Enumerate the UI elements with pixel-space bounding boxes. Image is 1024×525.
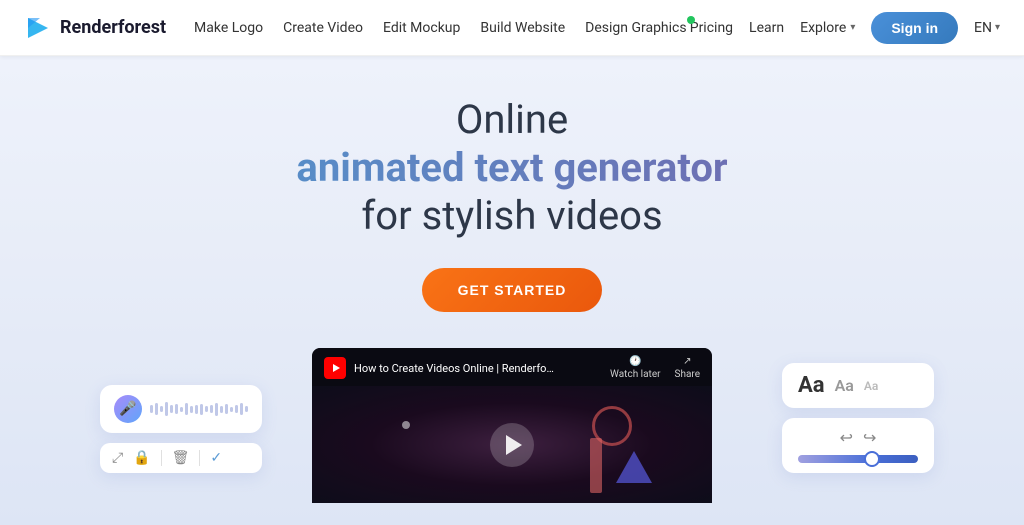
nav-build-website[interactable]: Build Website [480,20,565,36]
nav-learn[interactable]: Learn [749,20,784,36]
video-inner: How to Create Videos Online | Renderfore… [312,348,712,503]
hero-section: Online animated text generator for styli… [0,56,1024,525]
video-triangle-shape [616,451,652,483]
share-icon: ↗ [683,356,691,367]
hero-title-line2: animated text generator [20,144,1004,192]
font-size-large[interactable]: Aa [798,373,825,398]
lock-icon[interactable]: 🔒 [133,450,150,466]
video-play-button[interactable] [490,423,534,467]
nav-make-logo[interactable]: Make Logo [194,20,263,36]
slider-thumb [864,451,880,467]
signin-button[interactable]: Sign in [871,12,958,44]
trash-icon[interactable]: 🗑 [172,450,190,466]
new-badge [687,16,695,24]
nav-pricing[interactable]: Pricing [690,20,733,36]
hero-bottom: 🎤 [20,348,1004,503]
mic-icon: 🎤 [114,395,142,423]
video-top-left: How to Create Videos Online | Renderfore… [324,357,554,379]
watch-later-button[interactable]: 🕐 Watch later [610,356,660,380]
rotate-card: ↩ ↪ [782,418,934,473]
toolbar-divider [161,450,162,466]
explore-chevron-icon: ▾ [850,22,855,33]
video-content [312,386,712,503]
get-started-button[interactable]: GET STARTED [422,268,603,312]
mic-card: 🎤 [100,385,262,433]
video-top-bar: How to Create Videos Online | Renderfore… [312,348,712,386]
navbar-right: Pricing Learn Explore ▾ Sign in EN ▾ [690,12,1000,44]
youtube-icon [324,357,346,379]
rotate-left-icon[interactable]: ↩ [840,428,853,447]
nav-explore[interactable]: Explore ▾ [800,20,855,36]
nav-links: Make Logo Create Video Edit Mockup Build… [194,20,687,36]
nav-design-graphics[interactable]: Design Graphics [585,20,686,36]
language-selector[interactable]: EN ▾ [974,20,1000,36]
rotate-right-icon[interactable]: ↪ [863,428,876,447]
logo[interactable]: Renderforest [24,14,166,42]
video-dot-shape [402,421,410,429]
check-icon[interactable]: ✓ [210,450,222,466]
color-slider[interactable] [798,455,918,463]
clock-icon: 🕐 [629,356,641,367]
crop-icon[interactable]: ⤢ [112,450,123,466]
hero-title-line3: for stylish videos [20,192,1004,240]
video-top-right: 🕐 Watch later ↗ Share [610,356,700,380]
lang-chevron-icon: ▾ [995,22,1000,33]
toolbar-card: ⤢ 🔒 🗑 ✓ [100,443,262,473]
waveform [150,402,248,416]
navbar-left: Renderforest Make Logo Create Video Edit… [24,14,687,42]
navbar: Renderforest Make Logo Create Video Edit… [0,0,1024,56]
rotate-icons: ↩ ↪ [798,428,918,447]
video-thumbnail[interactable]: How to Create Videos Online | Renderfore… [312,348,712,503]
left-panel: 🎤 [100,385,262,473]
video-title: How to Create Videos Online | Renderfore… [354,362,554,375]
nav-create-video[interactable]: Create Video [283,20,363,36]
logo-icon [24,14,52,42]
share-label: Share [675,369,700,380]
font-size-small[interactable]: Aa [864,379,878,393]
font-size-medium[interactable]: Aa [835,376,854,395]
video-bar-shape [590,438,602,493]
share-button[interactable]: ↗ Share [675,356,700,380]
watch-later-label: Watch later [610,369,660,380]
font-size-card: Aa Aa Aa [782,363,934,408]
logo-text: Renderforest [60,17,166,38]
toolbar-divider2 [199,450,200,466]
nav-edit-mockup[interactable]: Edit Mockup [383,20,460,36]
hero-title-line1: Online [20,96,1004,144]
right-panel: Aa Aa Aa ↩ ↪ [782,363,934,473]
